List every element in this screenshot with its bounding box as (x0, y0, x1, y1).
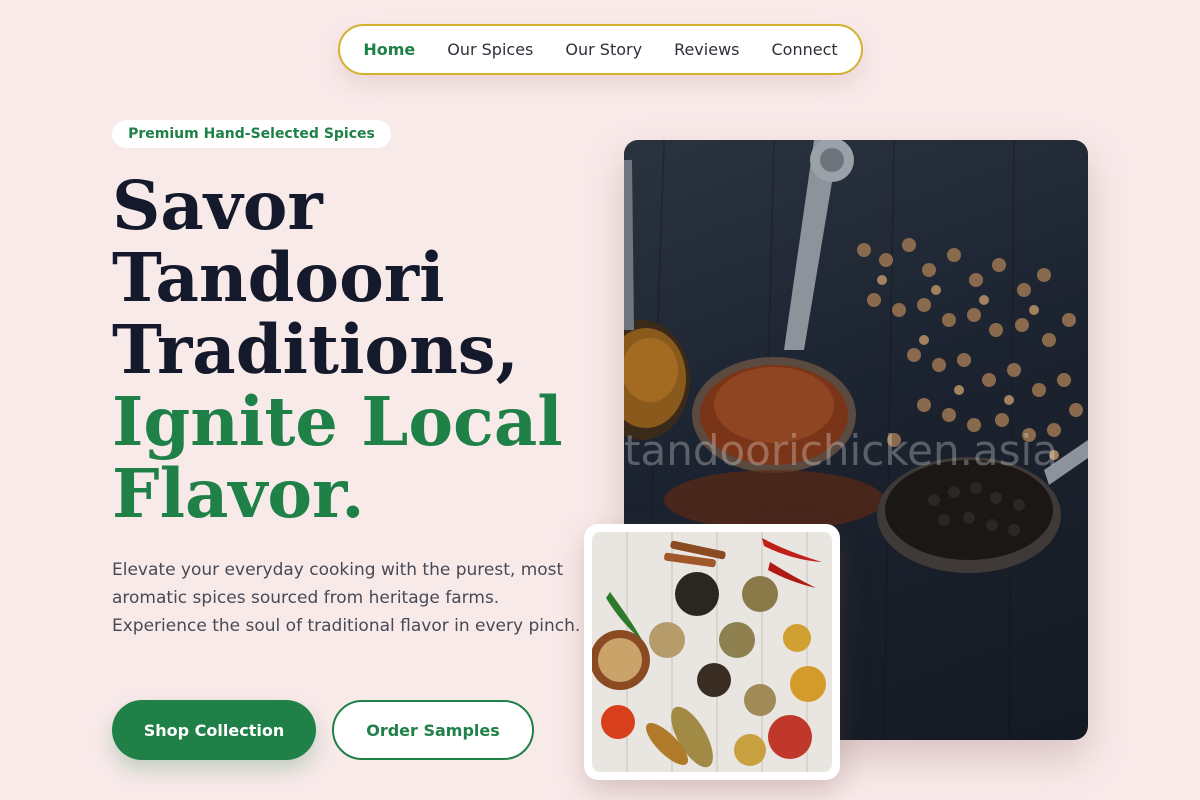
hero-headline: Savor Tandoori Traditions, Ignite Local … (112, 170, 592, 530)
headline-accent-line-1: Ignite Local (112, 382, 563, 461)
headline-accent-line-2: Flavor. (112, 454, 365, 533)
nav-connect[interactable]: Connect (771, 40, 837, 59)
hero-description: Elevate your everyday cooking with the p… (112, 560, 581, 636)
headline-line-2: Tandoori (112, 238, 445, 317)
nav-home[interactable]: Home (363, 40, 415, 59)
image-watermark: tandoorichicken.asia (624, 426, 1058, 475)
nav-our-spices[interactable]: Our Spices (447, 40, 533, 59)
shop-collection-button[interactable]: Shop Collection (112, 700, 316, 760)
headline-line-3: Traditions, (112, 310, 519, 389)
order-samples-button[interactable]: Order Samples (332, 700, 534, 760)
landing-page: Home Our Spices Our Story Reviews Connec… (0, 0, 1200, 800)
main-nav: Home Our Spices Our Story Reviews Connec… (338, 24, 863, 75)
nav-reviews[interactable]: Reviews (674, 40, 739, 59)
headline-line-1: Savor (112, 166, 323, 245)
spice-assortment-image (592, 532, 832, 772)
premium-badge: Premium Hand-Selected Spices (112, 120, 391, 148)
spice-assortment-illustration (592, 532, 826, 772)
nav-our-story[interactable]: Our Story (565, 40, 642, 59)
spice-assortment-card (584, 524, 840, 780)
